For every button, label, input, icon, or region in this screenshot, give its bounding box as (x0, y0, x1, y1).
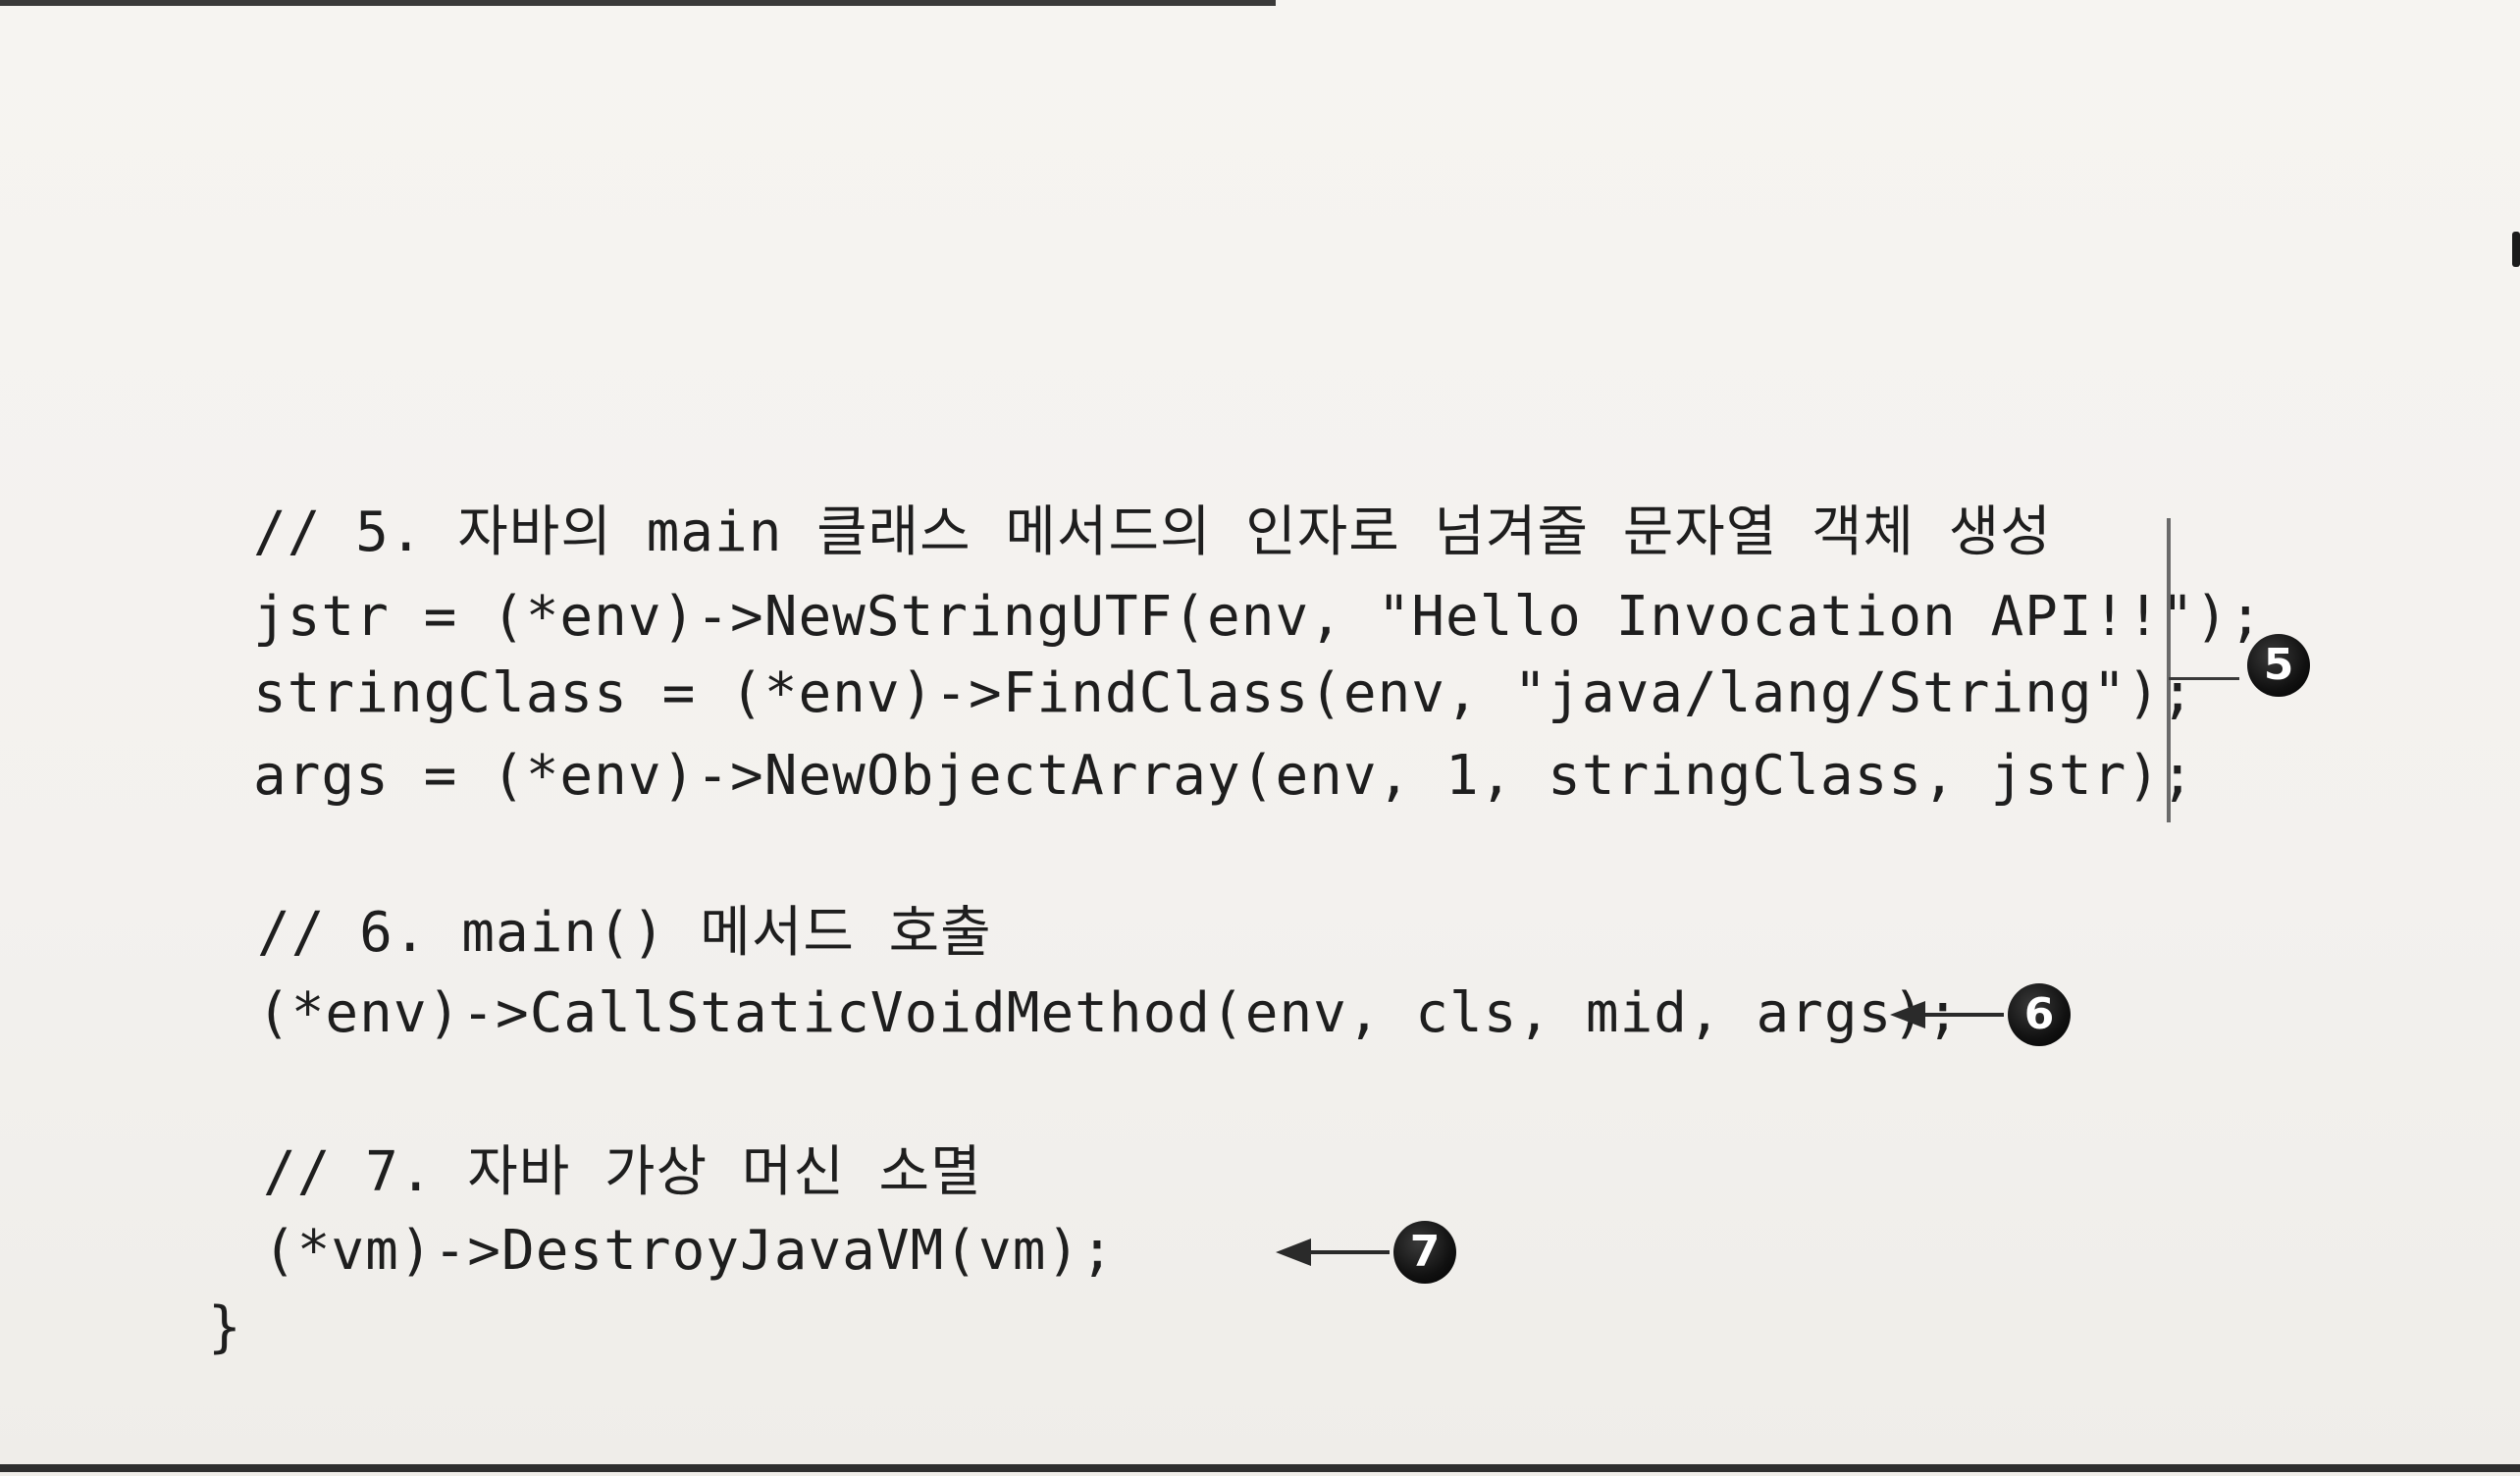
step7-marker: 7 (1393, 1221, 1456, 1284)
code-comment-step6: // 6. main() 메서드 호출 (257, 901, 992, 965)
code-line-callstaticvoidmethod: (*env)->CallStaticVoidMethod(env, cls, m… (257, 981, 1961, 1045)
bottom-rule (0, 1464, 2520, 1472)
step5-marker: 5 (2247, 634, 2310, 697)
document-page: // 5. 자바의 main 클래스 메서드의 인자로 넘겨줄 문자열 객체 생… (0, 0, 2520, 1476)
code-comment-step5: // 5. 자바의 main 클래스 메서드의 인자로 넘겨줄 문자열 객체 생… (253, 501, 2052, 564)
step5-bracket-tick (2169, 677, 2239, 680)
code-line-findclass: stringClass = (*env)->FindClass(env, "ja… (253, 661, 2195, 725)
step6-marker: 6 (2008, 983, 2071, 1046)
top-rule (0, 0, 1276, 6)
code-line-destroyjavavm: (*vm)->DestroyJavaVM(vm); (263, 1219, 1115, 1283)
step7-arrow-icon (1276, 1239, 1390, 1266)
code-line-newobjectarray: args = (*env)->NewObjectArray(env, 1, st… (253, 744, 2195, 808)
edge-mark (2512, 232, 2520, 267)
step6-arrow-icon (1890, 1001, 2004, 1028)
code-line-newstringutf: jstr = (*env)->NewStringUTF(env, "Hello … (253, 585, 2264, 649)
step5-bracket (2167, 518, 2171, 822)
code-closing-brace: } (208, 1295, 242, 1359)
code-comment-step7: // 7. 자바 가상 머신 소멸 (263, 1140, 982, 1204)
